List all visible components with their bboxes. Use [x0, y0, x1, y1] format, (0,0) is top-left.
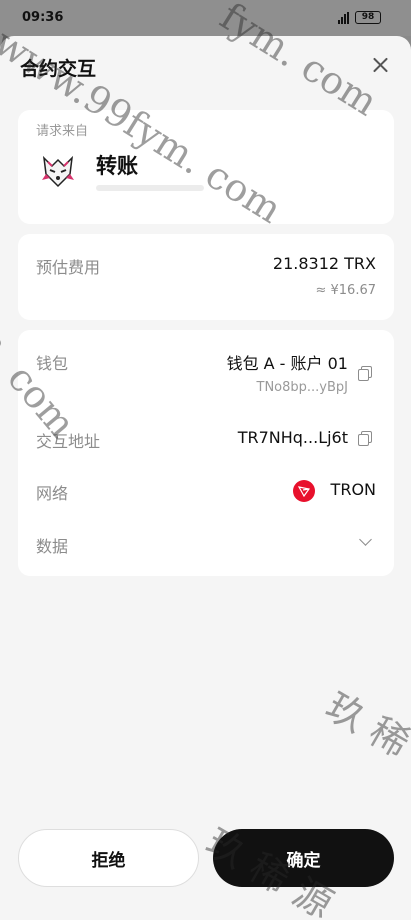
request-origin-card: 请求来自 转账 [18, 110, 394, 224]
wallet-label: 钱包 [36, 354, 69, 373]
status-time: 09:36 [22, 10, 64, 25]
wallet-address: TNo8bp...yBpJ [256, 380, 349, 395]
sheet-title: 合约交互 [20, 58, 97, 80]
reject-button[interactable]: 拒绝 [18, 829, 199, 887]
chevron-down-icon[interactable] [359, 533, 372, 546]
dapp-avatar [42, 155, 74, 188]
confirm-button[interactable]: 确定 [213, 829, 394, 887]
contract-interaction-sheet: 合约交互 请求来自 转账 预估费用 21.8312 TRX ≈ ¥16.67 钱… [0, 36, 411, 920]
data-label[interactable]: 数据 [36, 533, 68, 557]
wallet-value: 钱包 A - 账户 01 [226, 354, 348, 373]
network-label: 网络 [36, 484, 69, 503]
copy-contract-address-icon[interactable] [358, 431, 372, 446]
status-bar: 09:36 98 [0, 0, 411, 36]
fee-value: 21.8312 TRX [272, 254, 376, 273]
dapp-url-placeholder [96, 185, 204, 191]
details-card: 钱包 钱包 A - 账户 01 TNo8bp...yBpJ 交互地址 TR7NH… [18, 330, 394, 576]
tron-icon [293, 480, 315, 502]
signal-icon [338, 11, 349, 24]
network-value: TRON [330, 480, 376, 499]
status-indicators: 98 [338, 11, 381, 24]
battery-icon: 98 [355, 11, 381, 24]
contract-address-label: 交互地址 [36, 432, 101, 451]
fee-card: 预估费用 21.8312 TRX ≈ ¥16.67 [18, 234, 394, 320]
copy-wallet-address-icon[interactable] [358, 366, 372, 381]
contract-address-value: TR7NHq...Lj6t [237, 428, 348, 447]
fee-fiat-value: ≈ ¥16.67 [315, 283, 376, 298]
origin-label: 请求来自 [36, 124, 89, 139]
fee-label: 预估费用 [36, 258, 101, 277]
dapp-name: 转账 [96, 154, 138, 178]
close-icon[interactable] [365, 50, 395, 80]
